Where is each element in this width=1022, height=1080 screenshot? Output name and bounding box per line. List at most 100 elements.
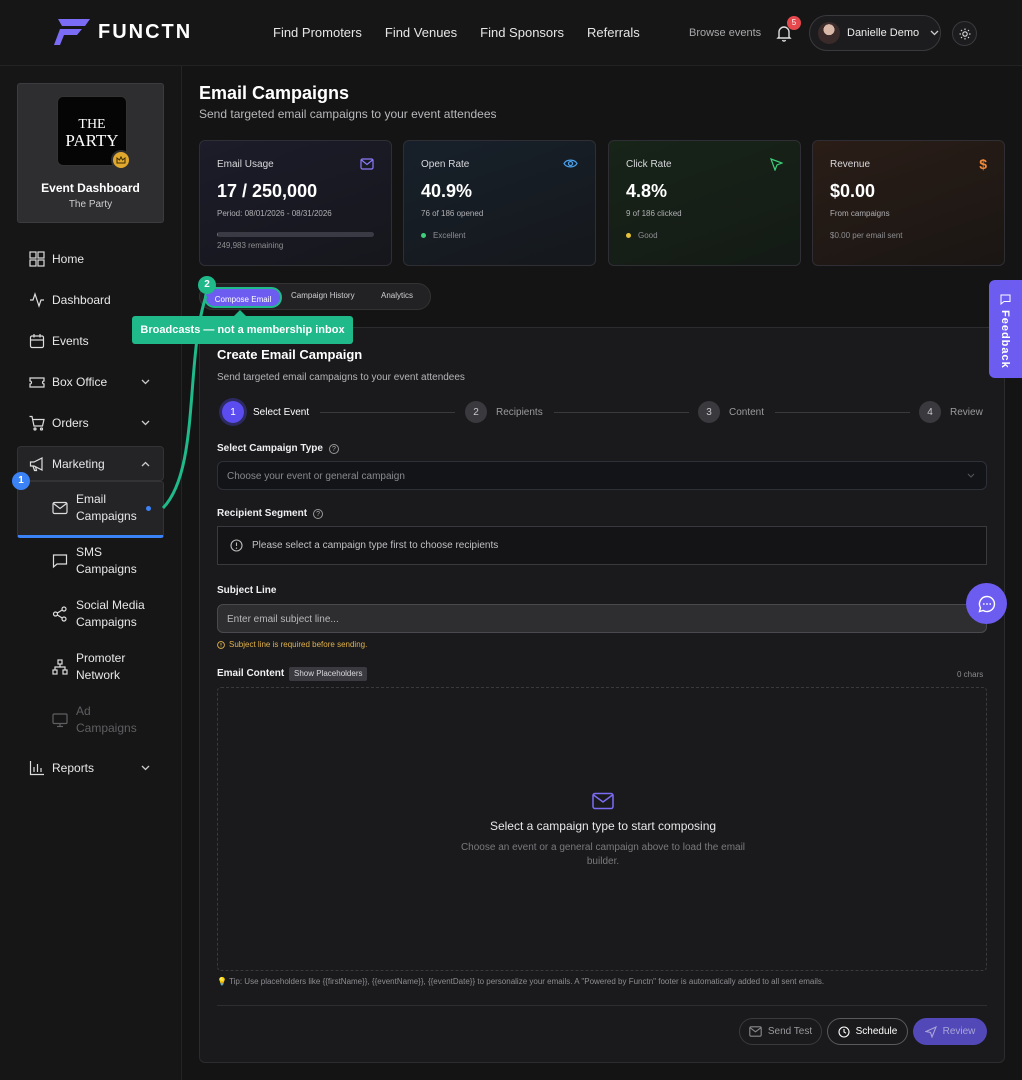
step-connector <box>320 412 455 413</box>
help-icon[interactable]: ? <box>328 443 339 454</box>
help-icon[interactable]: ? <box>313 508 324 519</box>
sidebar-item-box-office[interactable]: Box Office <box>29 374 150 390</box>
event-name: The Party <box>68 199 113 210</box>
tab-compose-email[interactable]: Compose Email <box>204 287 282 308</box>
bar-chart-icon <box>29 761 44 776</box>
nav-find-promoters[interactable]: Find Promoters <box>273 25 362 40</box>
stat-subtext: 9 of 186 clicked <box>626 209 682 218</box>
sidebar: THE PARTY Event Dashboard The Party Home… <box>0 66 182 1080</box>
sidebar-item-label: Box Office <box>52 375 108 389</box>
message-square-icon <box>52 554 68 569</box>
subject-line-input[interactable]: Enter email subject line... <box>217 604 987 633</box>
sidebar-item-email-campaigns[interactable]: Email Campaigns <box>52 491 144 525</box>
stat-footer: 249,983 remaining <box>217 241 284 250</box>
activity-icon <box>30 292 44 308</box>
user-menu[interactable]: Danielle Demo <box>809 15 941 51</box>
sidebar-item-orders[interactable]: Orders <box>29 415 150 431</box>
user-name: Danielle Demo <box>847 27 920 39</box>
info-text: Please select a campaign type first to c… <box>252 540 499 551</box>
feedback-tab[interactable]: Feedback <box>989 280 1022 378</box>
field-label-text: Select Campaign Type <box>217 443 323 454</box>
feedback-label: Feedback <box>999 310 1011 369</box>
functn-logo-icon <box>54 19 90 45</box>
tab-campaign-history[interactable]: Campaign History <box>291 291 355 300</box>
recipient-segment-label: Recipient Segment ? <box>217 508 324 519</box>
subject-warning: Subject line is required before sending. <box>217 640 367 649</box>
chevron-up-icon <box>141 461 150 467</box>
browse-events-link[interactable]: Browse events <box>689 27 761 39</box>
subject-line-label: Subject Line <box>217 585 277 596</box>
theme-toggle[interactable] <box>952 21 977 46</box>
tab-analytics[interactable]: Analytics <box>381 291 413 300</box>
chevron-down-icon <box>141 420 150 426</box>
sidebar-item-events[interactable]: Events <box>29 333 89 349</box>
step-label: Content <box>729 406 765 418</box>
alert-circle-icon <box>217 640 225 649</box>
nav-find-sponsors[interactable]: Find Sponsors <box>480 25 564 40</box>
event-dashboard-title: Event Dashboard <box>41 181 140 195</box>
stat-label: Email Usage <box>217 159 274 170</box>
nav-referrals[interactable]: Referrals <box>587 25 640 40</box>
schedule-button[interactable]: Schedule <box>827 1018 908 1045</box>
event-card[interactable]: THE PARTY Event Dashboard The Party <box>17 83 164 223</box>
stat-footer: Excellent <box>421 231 578 240</box>
usage-progress-fill <box>217 232 218 237</box>
form-subtitle: Send targeted email campaigns to your ev… <box>217 372 465 383</box>
grid-icon <box>29 251 45 267</box>
sidebar-item-home[interactable]: Home <box>29 251 84 267</box>
annotation-marker-2: 2 <box>198 276 216 294</box>
page-title: Email Campaigns <box>199 83 350 103</box>
stat-value: 17 / 250,000 <box>217 181 318 201</box>
step-number: 1 <box>222 401 244 423</box>
mail-icon <box>592 792 614 810</box>
sidebar-item-marketing[interactable]: Marketing <box>29 456 150 472</box>
sidebar-item-label: Dashboard <box>52 293 111 307</box>
editor-subtitle: Choose an event or a general campaign ab… <box>460 842 746 867</box>
monitor-icon <box>52 713 68 728</box>
stat-footer-text: Excellent <box>433 231 466 240</box>
sun-icon <box>959 28 970 39</box>
annotation-marker-1: 1 <box>12 472 30 490</box>
sidebar-item-social-media[interactable]: Social Media Campaigns <box>52 597 156 631</box>
sidebar-item-sms-campaigns[interactable]: SMS Campaigns <box>52 544 144 578</box>
show-placeholders-button[interactable]: Show Placeholders <box>289 667 368 681</box>
stat-footer: $0.00 per email sent <box>830 231 903 240</box>
chevron-down-icon <box>141 765 150 771</box>
recipient-segment-info: Please select a campaign type first to c… <box>217 526 987 565</box>
megaphone-icon <box>29 457 43 472</box>
campaign-type-select[interactable]: Choose your event or general campaign <box>217 461 987 490</box>
stat-value: $0.00 <box>830 181 876 201</box>
sidebar-item-reports[interactable]: Reports <box>29 760 150 776</box>
sidebar-item-dashboard[interactable]: Dashboard <box>29 292 111 308</box>
step-number: 2 <box>465 401 487 423</box>
select-placeholder: Choose your event or general campaign <box>227 471 405 482</box>
chat-button[interactable] <box>966 583 1007 624</box>
step-label: Select Event <box>253 406 310 418</box>
stat-card-revenue: Revenue $ $0.00 From campaigns $0.00 per… <box>812 140 1005 266</box>
stat-card-open-rate: Open Rate 40.9% 76 of 186 opened Excelle… <box>403 140 596 266</box>
send-test-button[interactable]: Send Test <box>739 1018 822 1045</box>
calendar-icon <box>29 334 45 349</box>
notification-badge: 5 <box>787 16 801 30</box>
brand-logo[interactable]: FUNCTN <box>54 19 192 45</box>
stat-label: Click Rate <box>626 159 672 170</box>
sidebar-item-label: Reports <box>52 761 95 775</box>
placeholder-tip: 💡 Tip: Use placeholders like {{firstName… <box>217 977 825 986</box>
form-title: Create Email Campaign <box>217 347 363 362</box>
step-recipients: 2 Recipients <box>465 401 543 423</box>
nav-find-venues[interactable]: Find Venues <box>385 25 457 40</box>
stat-value: 40.9% <box>421 181 473 201</box>
sidebar-item-label: Home <box>52 252 85 266</box>
button-label: Schedule <box>855 1026 898 1037</box>
stat-label: Open Rate <box>421 159 470 170</box>
sidebar-item-label: Marketing <box>52 457 105 471</box>
annotation-tooltip: Broadcasts — not a membership inbox <box>132 316 353 344</box>
step-number: 3 <box>698 401 720 423</box>
review-button[interactable]: Review <box>913 1018 987 1045</box>
sidebar-item-promoter-network[interactable]: Promoter Network <box>52 650 144 684</box>
clock-icon <box>838 1025 850 1038</box>
button-label: Send Test <box>767 1026 813 1037</box>
brand-name: FUNCTN <box>98 20 193 43</box>
send-icon <box>924 1025 937 1038</box>
stat-subtext: From campaigns <box>830 209 890 218</box>
